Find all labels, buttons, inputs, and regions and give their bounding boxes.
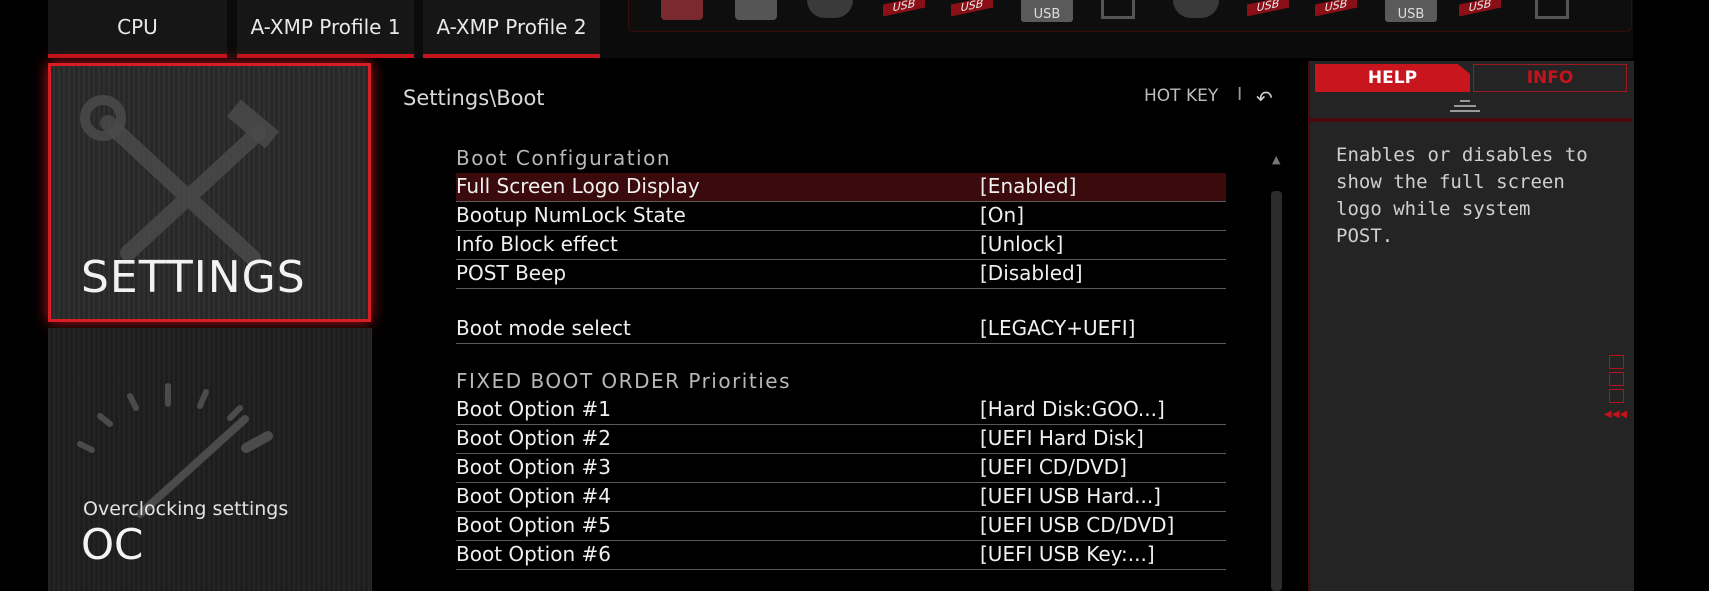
boot-option-1[interactable]: Boot Option #1 [Hard Disk:GOO...] bbox=[456, 396, 1226, 425]
usb-icon[interactable]: USB bbox=[883, 0, 925, 17]
boot-option-value: [Hard Disk:GOO...] bbox=[980, 397, 1165, 421]
boot-device-bar: USB USB USB USB USB USB USB bbox=[628, 0, 1632, 32]
tab-info[interactable]: INFO bbox=[1473, 64, 1627, 92]
usb-stick-icon[interactable]: USB bbox=[1021, 0, 1073, 22]
setting-info-block-effect[interactable]: Info Block effect [Unlock] bbox=[456, 231, 1226, 260]
hdd-icon[interactable] bbox=[735, 0, 777, 20]
usb-icon[interactable]: USB bbox=[1315, 0, 1357, 17]
boot-option-3[interactable]: Boot Option #3 [UEFI CD/DVD] bbox=[456, 454, 1226, 483]
grip-icon[interactable] bbox=[1450, 98, 1480, 112]
boot-option-label: Boot Option #2 bbox=[456, 426, 611, 450]
hdd-icon[interactable] bbox=[661, 0, 703, 20]
boot-option-6[interactable]: Boot Option #6 [UEFI USB Key:...] bbox=[456, 541, 1226, 570]
setting-value: [On] bbox=[980, 203, 1025, 227]
help-tabs: HELP INFO bbox=[1315, 64, 1627, 94]
usb-stick-icon[interactable]: USB bbox=[1385, 0, 1437, 22]
setting-label: Info Block effect bbox=[456, 232, 618, 256]
tab-cpu-label: CPU bbox=[117, 15, 158, 39]
usb-icon[interactable]: USB bbox=[1459, 0, 1501, 17]
settings-title: SETTINGS bbox=[81, 252, 306, 303]
setting-value: [Unlock] bbox=[980, 232, 1064, 256]
drive-icon[interactable] bbox=[1535, 0, 1569, 19]
setting-value: [Enabled] bbox=[980, 174, 1077, 198]
boot-option-value: [UEFI CD/DVD] bbox=[980, 455, 1127, 479]
tab-help[interactable]: HELP bbox=[1315, 64, 1470, 92]
oc-subtitle: Overclocking settings bbox=[83, 498, 289, 520]
setting-label: Boot mode select bbox=[456, 316, 631, 340]
boot-option-label: Boot Option #4 bbox=[456, 484, 611, 508]
help-panel bbox=[1308, 61, 1634, 591]
usb-icon[interactable]: USB bbox=[951, 0, 993, 17]
setting-bootup-numlock[interactable]: Bootup NumLock State [On] bbox=[456, 202, 1226, 231]
boot-option-4[interactable]: Boot Option #4 [UEFI USB Hard...] bbox=[456, 483, 1226, 512]
tab-cpu-faint: · · · bbox=[48, 0, 227, 5]
tab-axmp-profile-2-label: A-XMP Profile 2 bbox=[436, 15, 587, 39]
panel-control-box[interactable] bbox=[1609, 355, 1624, 369]
boot-option-value: [UEFI USB Hard...] bbox=[980, 484, 1161, 508]
panel-controls[interactable] bbox=[1609, 355, 1625, 406]
collapse-arrows-icon[interactable]: ◀◀◀ bbox=[1604, 409, 1627, 420]
disc-icon[interactable] bbox=[1173, 0, 1219, 18]
usb-icon[interactable]: USB bbox=[1247, 0, 1289, 17]
boot-option-2[interactable]: Boot Option #2 [UEFI Hard Disk] bbox=[456, 425, 1226, 454]
boot-option-5[interactable]: Boot Option #5 [UEFI USB CD/DVD] bbox=[456, 512, 1226, 541]
boot-option-label: Boot Option #5 bbox=[456, 513, 611, 537]
boot-option-value: [UEFI USB CD/DVD] bbox=[980, 513, 1175, 537]
hotkey-button[interactable]: HOT KEY bbox=[1144, 86, 1218, 106]
boot-option-label: Boot Option #1 bbox=[456, 397, 611, 421]
boot-option-value: [UEFI Hard Disk] bbox=[980, 426, 1144, 450]
separator: I bbox=[1237, 84, 1243, 105]
section-boot-configuration: Boot Configuration bbox=[456, 146, 672, 170]
tab-axmp-profile-1-label: A-XMP Profile 1 bbox=[250, 15, 401, 39]
boot-option-value: [UEFI USB Key:...] bbox=[980, 542, 1155, 566]
help-divider bbox=[1310, 118, 1632, 122]
back-arrow-icon[interactable]: ↶ bbox=[1256, 86, 1273, 110]
boot-option-label: Boot Option #3 bbox=[456, 455, 611, 479]
disc-icon[interactable] bbox=[807, 0, 853, 18]
boot-option-label: Boot Option #6 bbox=[456, 542, 611, 566]
setting-value: [Disabled] bbox=[980, 261, 1083, 285]
setting-value: [LEGACY+UEFI] bbox=[980, 316, 1136, 340]
sidebar-item-settings[interactable]: SETTINGS bbox=[48, 63, 371, 322]
section-fixed-boot-order: FIXED BOOT ORDER Priorities bbox=[456, 369, 791, 393]
setting-label: Full Screen Logo Display bbox=[456, 174, 700, 198]
setting-full-screen-logo[interactable]: Full Screen Logo Display [Enabled] bbox=[456, 173, 1226, 202]
setting-label: Bootup NumLock State bbox=[456, 203, 686, 227]
oc-title: OC bbox=[81, 520, 144, 569]
scroll-thumb[interactable] bbox=[1271, 191, 1282, 591]
setting-post-beep[interactable]: POST Beep [Disabled] bbox=[456, 260, 1226, 289]
scrollbar[interactable]: ▲ bbox=[1268, 153, 1286, 591]
tab-axmp-profile-2[interactable]: A-XMP Profile 2 bbox=[423, 0, 600, 58]
tab-cpu[interactable]: · · · CPU bbox=[48, 0, 227, 58]
panel-control-box[interactable] bbox=[1609, 389, 1624, 403]
help-text: Enables or disables to show the full scr… bbox=[1336, 144, 1588, 247]
panel-control-box[interactable] bbox=[1609, 372, 1624, 386]
setting-label: POST Beep bbox=[456, 261, 567, 285]
tab-axmp-profile-1[interactable]: A-XMP Profile 1 bbox=[237, 0, 414, 58]
drive-icon[interactable] bbox=[1101, 0, 1135, 19]
boot-settings-list: Boot Configuration Full Screen Logo Disp… bbox=[456, 144, 1226, 570]
sidebar-item-oc[interactable]: Overclocking settings OC bbox=[48, 328, 372, 591]
breadcrumb: Settings\Boot bbox=[403, 86, 545, 110]
setting-boot-mode-select[interactable]: Boot mode select [LEGACY+UEFI] bbox=[456, 315, 1226, 344]
scroll-up-icon[interactable]: ▲ bbox=[1272, 153, 1280, 166]
